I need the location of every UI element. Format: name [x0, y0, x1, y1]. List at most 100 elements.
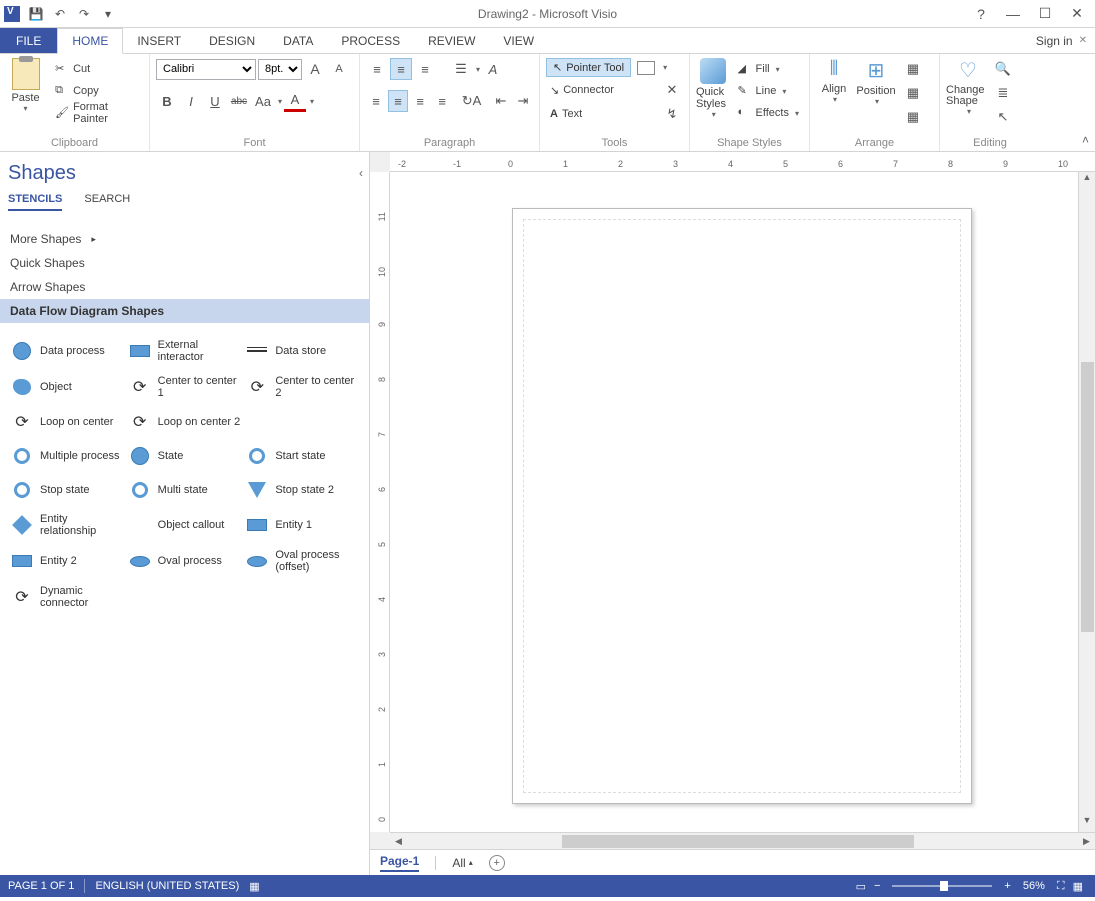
- connector-tool-button[interactable]: ↘Connector: [546, 79, 618, 101]
- tab-home[interactable]: HOME: [57, 28, 123, 54]
- scroll-down-button[interactable]: ▼: [1079, 815, 1095, 832]
- shape-state[interactable]: State: [126, 439, 244, 473]
- zoom-in-button[interactable]: +: [1004, 880, 1010, 892]
- align-top-button[interactable]: ≡: [366, 58, 388, 80]
- quick-styles-button[interactable]: Quick Styles▾: [696, 58, 730, 119]
- align-center-button[interactable]: ≡: [388, 90, 408, 112]
- line-button[interactable]: ✎Line▾: [734, 80, 803, 102]
- zoom-level[interactable]: 56%: [1023, 880, 1045, 892]
- help-button[interactable]: ?: [973, 6, 989, 22]
- bold-button[interactable]: B: [156, 90, 178, 112]
- shape-stop-state-2[interactable]: Stop state 2: [243, 473, 361, 507]
- redo-button[interactable]: ↷: [73, 3, 95, 25]
- search-tab[interactable]: SEARCH: [84, 193, 130, 211]
- language-status[interactable]: ENGLISH (UNITED STATES): [95, 880, 239, 892]
- freeform-tool-button[interactable]: ↯: [661, 103, 683, 125]
- tab-insert[interactable]: INSERT: [123, 28, 195, 53]
- rectangle-tool-button[interactable]: [637, 61, 655, 75]
- shrink-font-button[interactable]: A: [328, 58, 350, 80]
- tab-review[interactable]: REVIEW: [414, 28, 489, 53]
- drawing-canvas[interactable]: [390, 172, 1078, 832]
- font-name-select[interactable]: Calibri: [156, 59, 256, 80]
- decrease-indent-button[interactable]: ⇤: [491, 90, 511, 112]
- format-painter-button[interactable]: 🖌Format Painter: [51, 102, 143, 124]
- scroll-right-button[interactable]: ▶: [1078, 833, 1095, 849]
- minimize-button[interactable]: —: [1005, 6, 1021, 22]
- zoom-slider[interactable]: [892, 885, 992, 887]
- horizontal-scrollbar[interactable]: ◀ ▶: [390, 832, 1095, 849]
- hscroll-thumb[interactable]: [562, 835, 914, 848]
- vscroll-thumb[interactable]: [1081, 362, 1094, 632]
- stencils-tab[interactable]: STENCILS: [8, 193, 62, 211]
- layers-button[interactable]: ≣: [992, 82, 1014, 104]
- shape-entity-2[interactable]: Entity 2: [8, 543, 126, 579]
- shape-stop-state[interactable]: Stop state: [8, 473, 126, 507]
- group-button[interactable]: ▦: [902, 106, 924, 128]
- align-left-button[interactable]: ≡: [366, 90, 386, 112]
- vertical-scrollbar[interactable]: ▲ ▼: [1078, 172, 1095, 832]
- position-button[interactable]: ⊞ Position▾: [854, 58, 898, 106]
- increase-indent-button[interactable]: ⇥: [513, 90, 533, 112]
- shape-loop-on-center[interactable]: ⟳Loop on center: [8, 405, 126, 439]
- tab-design[interactable]: DESIGN: [195, 28, 269, 53]
- bullets-button[interactable]: ☰: [450, 58, 472, 80]
- italic-button[interactable]: I: [180, 90, 202, 112]
- copy-button[interactable]: ⧉Copy: [51, 80, 143, 102]
- pointer-tool-button[interactable]: ↖Pointer Tool: [546, 58, 631, 77]
- scroll-left-button[interactable]: ◀: [390, 833, 407, 849]
- send-back-button[interactable]: ▦: [902, 82, 924, 104]
- zoom-out-button[interactable]: −: [874, 880, 880, 892]
- scroll-up-button[interactable]: ▲: [1079, 172, 1095, 189]
- tab-view[interactable]: VIEW: [489, 28, 548, 53]
- align-right-button[interactable]: ≡: [410, 90, 430, 112]
- all-pages-button[interactable]: All▴: [452, 856, 472, 870]
- strike-button[interactable]: abc: [228, 90, 250, 112]
- shape-data-store[interactable]: Data store: [243, 333, 361, 369]
- shape-center-to-center-1[interactable]: ⟳Center to center 1: [126, 369, 244, 405]
- change-shape-button[interactable]: ♡ Change Shape▾: [946, 58, 990, 116]
- switch-windows-button[interactable]: ▦: [1073, 880, 1083, 893]
- shape-center-to-center-2[interactable]: ⟳Center to center 2: [243, 369, 361, 405]
- cut-button[interactable]: ✂Cut: [51, 58, 143, 80]
- quick-shapes-item[interactable]: Quick Shapes: [8, 251, 361, 275]
- effects-button[interactable]: ◐Effects▾: [734, 102, 803, 124]
- more-shapes-item[interactable]: More Shapes▸: [8, 227, 361, 251]
- clear-formatting-button[interactable]: A: [482, 58, 504, 80]
- tab-process[interactable]: PROCESS: [327, 28, 414, 53]
- bring-front-button[interactable]: ▦: [902, 58, 924, 80]
- text-tool-button[interactable]: AText: [546, 103, 586, 125]
- align-bottom-button[interactable]: ≡: [414, 58, 436, 80]
- paste-button[interactable]: Paste ▾: [6, 58, 45, 113]
- fill-button[interactable]: ◢Fill▾: [734, 58, 803, 80]
- underline-button[interactable]: U: [204, 90, 226, 112]
- shape-multi-state[interactable]: Multi state: [126, 473, 244, 507]
- shape-oval-process[interactable]: Oval process: [126, 543, 244, 579]
- shape-object[interactable]: Object: [8, 369, 126, 405]
- collapse-shapes-button[interactable]: ‹: [359, 166, 363, 180]
- tab-data[interactable]: DATA: [269, 28, 327, 53]
- shape-loop-on-center-2[interactable]: ⟳Loop on center 2: [126, 405, 244, 439]
- arrow-shapes-item[interactable]: Arrow Shapes: [8, 275, 361, 299]
- shape-oval-process-offset-[interactable]: Oval process (offset): [243, 543, 361, 579]
- undo-button[interactable]: ↶: [49, 3, 71, 25]
- dfd-shapes-item[interactable]: Data Flow Diagram Shapes: [0, 299, 369, 323]
- save-button[interactable]: 💾: [25, 3, 47, 25]
- presentation-mode-button[interactable]: ▭: [856, 880, 866, 893]
- justify-button[interactable]: ≡: [432, 90, 452, 112]
- shape-data-process[interactable]: Data process: [8, 333, 126, 369]
- collapse-ribbon-button[interactable]: ˄: [1082, 133, 1089, 147]
- page[interactable]: [512, 208, 972, 804]
- rotate-text-button[interactable]: ↻A: [462, 90, 482, 112]
- align-button[interactable]: ⫴ Align▾: [816, 58, 852, 104]
- find-button[interactable]: 🔍: [992, 58, 1014, 80]
- font-color-button[interactable]: A: [284, 90, 306, 112]
- align-middle-button[interactable]: ≡: [390, 58, 412, 80]
- shape-entity-1[interactable]: Entity 1: [243, 507, 361, 543]
- maximize-button[interactable]: ☐: [1037, 5, 1053, 22]
- close-button[interactable]: ✕: [1069, 5, 1085, 22]
- font-size-select[interactable]: 8pt.: [258, 59, 302, 80]
- fit-page-button[interactable]: ⛶: [1057, 880, 1065, 893]
- qat-customize[interactable]: ▾: [97, 3, 119, 25]
- shape-multiple-process[interactable]: Multiple process: [8, 439, 126, 473]
- change-case-button[interactable]: Aa: [252, 90, 274, 112]
